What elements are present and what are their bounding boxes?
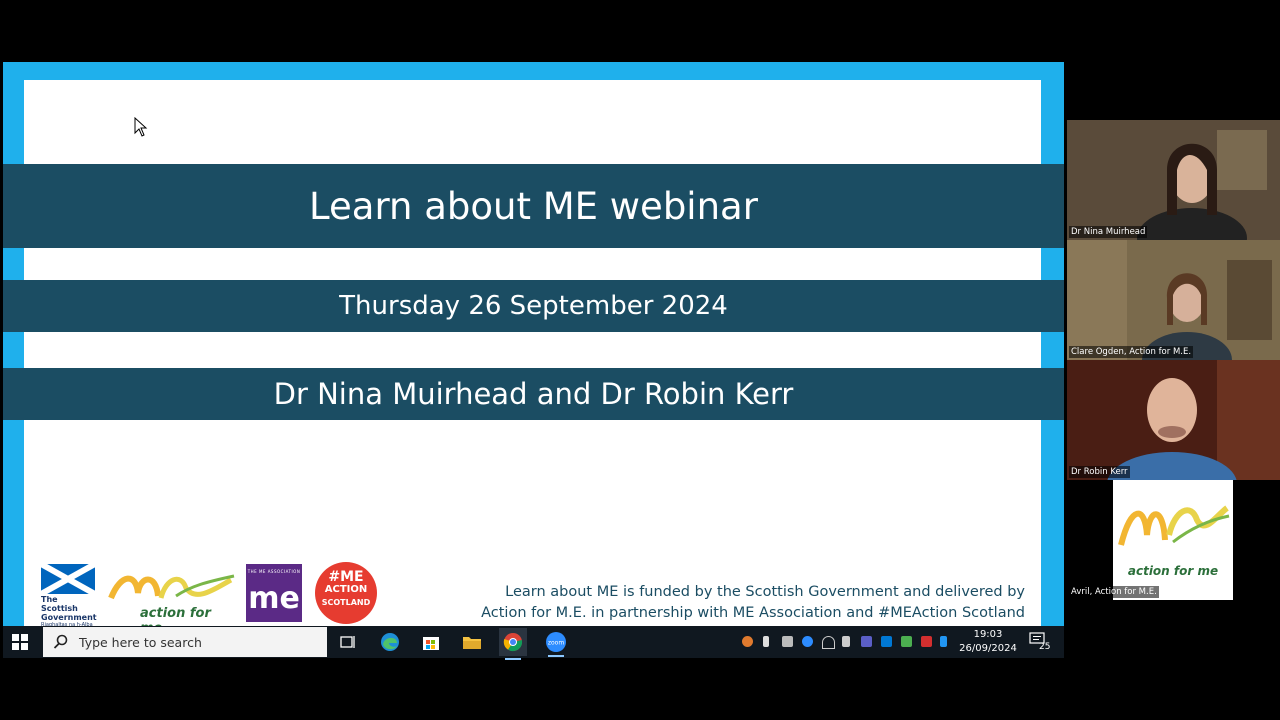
saltire-flag-icon <box>41 564 95 594</box>
slide-speakers: Dr Nina Muirhead and Dr Robin Kerr <box>273 377 794 411</box>
scottish-government-logo: The Scottish Government Riaghaltas na h-… <box>41 564 97 628</box>
zoom-taskbar-item[interactable]: zoom <box>545 631 567 657</box>
participant-tile-avril[interactable]: action for me Avril, Action for M.E. <box>1067 480 1280 600</box>
participant-video <box>1067 360 1280 480</box>
me-association-logo: THE ME ASSOCIATION me <box>246 564 302 622</box>
task-view-icon[interactable] <box>337 631 359 653</box>
mea-big-text: me <box>248 581 300 616</box>
microsoft-store-icon[interactable] <box>420 631 442 653</box>
clock-date: 26/09/2024 <box>959 643 1017 654</box>
usb-icon[interactable] <box>763 636 769 647</box>
participant-tile-nina[interactable]: Dr Nina Muirhead <box>1067 120 1280 240</box>
teams-icon[interactable] <box>861 636 872 647</box>
participant-tile-robin[interactable]: Dr Robin Kerr <box>1067 360 1280 480</box>
shared-screen: Learn about ME webinar Thursday 26 Septe… <box>3 62 1064 658</box>
zoom-tray-icon[interactable] <box>802 636 813 647</box>
participant-name: Clare Ogden, Action for M.E. <box>1069 346 1194 358</box>
avril-profile-picture <box>1113 480 1233 600</box>
meaction-scotland: SCOTLAND <box>321 598 371 607</box>
meaction-scotland-logo: #ME ACTION SCOTLAND <box>315 562 377 624</box>
wifi-icon[interactable] <box>822 636 835 649</box>
slide-footer: Learn about ME is funded by the Scottish… <box>473 582 1025 624</box>
volume-icon[interactable] <box>842 636 850 647</box>
action-for-me-swirl-icon <box>108 574 235 600</box>
zoom-icon-text: zoom <box>548 640 564 647</box>
slide-footer-line1: Learn about ME is funded by the Scottish… <box>505 584 1025 600</box>
meaction-action: ACTION <box>324 584 368 595</box>
scot-gov-name: The Scottish Government <box>41 595 97 622</box>
mea-small-text: THE ME ASSOCIATION <box>247 569 301 574</box>
skype-icon[interactable] <box>881 636 892 647</box>
active-indicator <box>548 655 564 657</box>
edge-browser-icon[interactable] <box>379 631 401 653</box>
participant-name: Dr Robin Kerr <box>1069 466 1130 478</box>
participant-video <box>1067 120 1280 240</box>
slide-title-band: Learn about ME webinar <box>3 164 1064 248</box>
zoom-icon: zoom <box>546 632 566 652</box>
notification-count: 25 <box>1039 642 1051 652</box>
slide-date: Thursday 26 September 2024 <box>339 291 728 321</box>
app-tray-icon[interactable] <box>921 636 932 647</box>
participant-name: Avril, Action for M.E. <box>1069 586 1159 598</box>
search-icon <box>53 634 68 649</box>
windows-taskbar: Type here to search zoom 19:03 26/09/202… <box>3 626 1064 660</box>
action-for-me-logo: action for me <box>106 568 236 636</box>
action-for-me-swirl-icon <box>1118 505 1230 546</box>
participant-tile-clare[interactable]: Clare Ogden, Action for M.E. <box>1067 240 1280 360</box>
slide-title: Learn about ME webinar <box>309 184 758 228</box>
mouse-cursor-icon <box>134 117 148 137</box>
active-indicator <box>505 658 521 660</box>
slide-footer-line2: Action for M.E. in partnership with ME A… <box>481 605 1025 621</box>
search-placeholder: Type here to search <box>79 634 202 650</box>
slide-frame <box>3 62 1064 626</box>
security-icon[interactable] <box>901 636 912 647</box>
battery-icon[interactable] <box>782 636 793 647</box>
taskbar-clock[interactable]: 19:03 26/09/2024 <box>952 628 1024 656</box>
file-explorer-icon[interactable] <box>461 631 483 653</box>
bluetooth-icon[interactable] <box>940 636 947 647</box>
avril-logo-text: action for me <box>1127 564 1219 578</box>
chrome-icon <box>503 633 523 652</box>
slide-date-band: Thursday 26 September 2024 <box>3 280 1064 332</box>
clock-time: 19:03 <box>973 629 1003 640</box>
chrome-taskbar-item[interactable] <box>499 628 527 660</box>
weather-icon[interactable] <box>742 636 753 647</box>
participant-video <box>1067 240 1280 360</box>
slide-speakers-band: Dr Nina Muirhead and Dr Robin Kerr <box>3 368 1064 420</box>
notifications-button[interactable]: 25 <box>1029 632 1051 652</box>
participant-name: Dr Nina Muirhead <box>1069 226 1148 238</box>
taskbar-search-box[interactable]: Type here to search <box>43 627 327 657</box>
meaction-hash: #ME <box>328 569 364 585</box>
windows-start-icon[interactable] <box>12 634 28 650</box>
slide-background <box>24 80 1041 626</box>
